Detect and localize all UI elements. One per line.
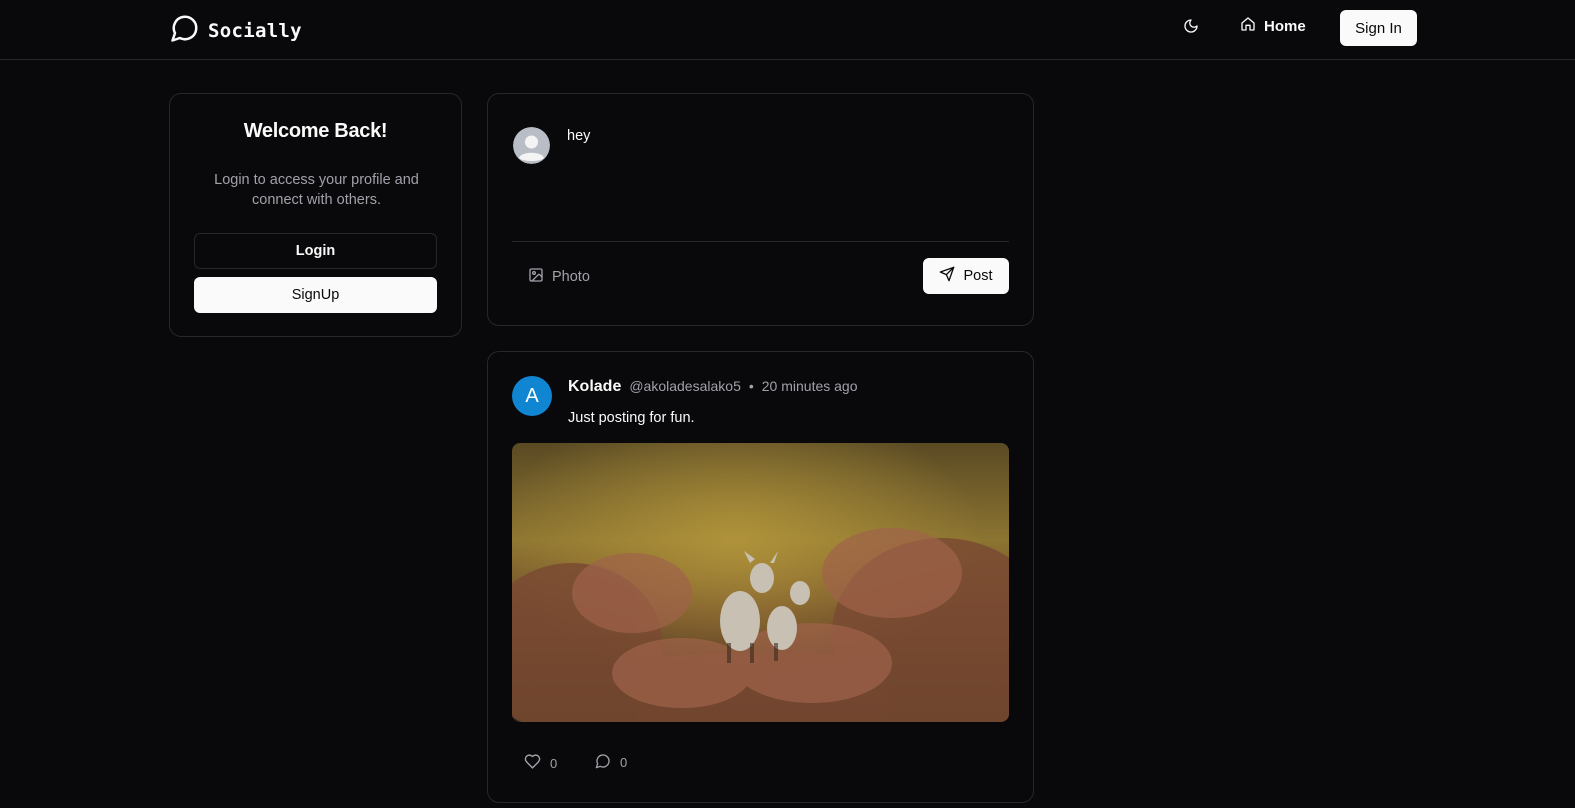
welcome-title: Welcome Back! xyxy=(243,120,388,142)
theme-toggle-button[interactable] xyxy=(1180,17,1202,39)
post-image xyxy=(512,443,1009,722)
comment-button[interactable]: 0 xyxy=(595,753,627,772)
meta-separator: • xyxy=(748,378,754,394)
post-content-input[interactable]: hey xyxy=(567,128,1007,228)
user-avatar-icon xyxy=(513,127,550,164)
photo-label: Photo xyxy=(552,269,590,285)
post-author-handle[interactable]: @akoladesalako5 xyxy=(629,378,741,394)
welcome-description: Login to access your profile and connect… xyxy=(214,172,419,208)
chat-bubble-icon xyxy=(170,13,200,48)
moon-icon xyxy=(1183,18,1199,39)
add-photo-button[interactable]: Photo xyxy=(528,267,590,287)
post-author-name[interactable]: Kolade xyxy=(568,378,621,396)
brand-logo[interactable]: Socially xyxy=(170,13,302,48)
comment-icon xyxy=(595,753,611,772)
like-button[interactable]: 0 xyxy=(524,753,557,773)
post-composer: hey Photo Post xyxy=(487,93,1034,326)
post-card: A Kolade @akoladesalako5 • 20 minutes ag… xyxy=(487,351,1034,803)
post-meta: Kolade @akoladesalako5 • 20 minutes ago xyxy=(568,378,858,396)
sign-in-button[interactable]: Sign In xyxy=(1340,10,1417,46)
heart-icon xyxy=(524,753,541,773)
top-navbar: Socially Home Sign In xyxy=(0,0,1575,60)
submit-post-button[interactable]: Post xyxy=(923,258,1009,294)
post-timestamp: 20 minutes ago xyxy=(761,378,858,394)
home-icon xyxy=(1240,16,1256,36)
image-icon xyxy=(528,267,544,287)
like-count: 0 xyxy=(550,755,558,771)
author-avatar[interactable]: A xyxy=(512,376,552,416)
post-content: Just posting for fun. xyxy=(568,410,695,426)
composer-divider xyxy=(512,241,1009,242)
login-button[interactable]: Login xyxy=(194,233,437,269)
home-label: Home xyxy=(1264,17,1306,35)
welcome-card: Welcome Back! Login to access your profi… xyxy=(169,93,462,337)
send-icon xyxy=(939,266,955,286)
brand-name: Socially xyxy=(208,19,302,42)
signup-button[interactable]: SignUp xyxy=(194,277,437,313)
home-nav-link[interactable]: Home xyxy=(1240,16,1306,36)
comment-count: 0 xyxy=(620,755,628,770)
post-label: Post xyxy=(963,268,993,284)
